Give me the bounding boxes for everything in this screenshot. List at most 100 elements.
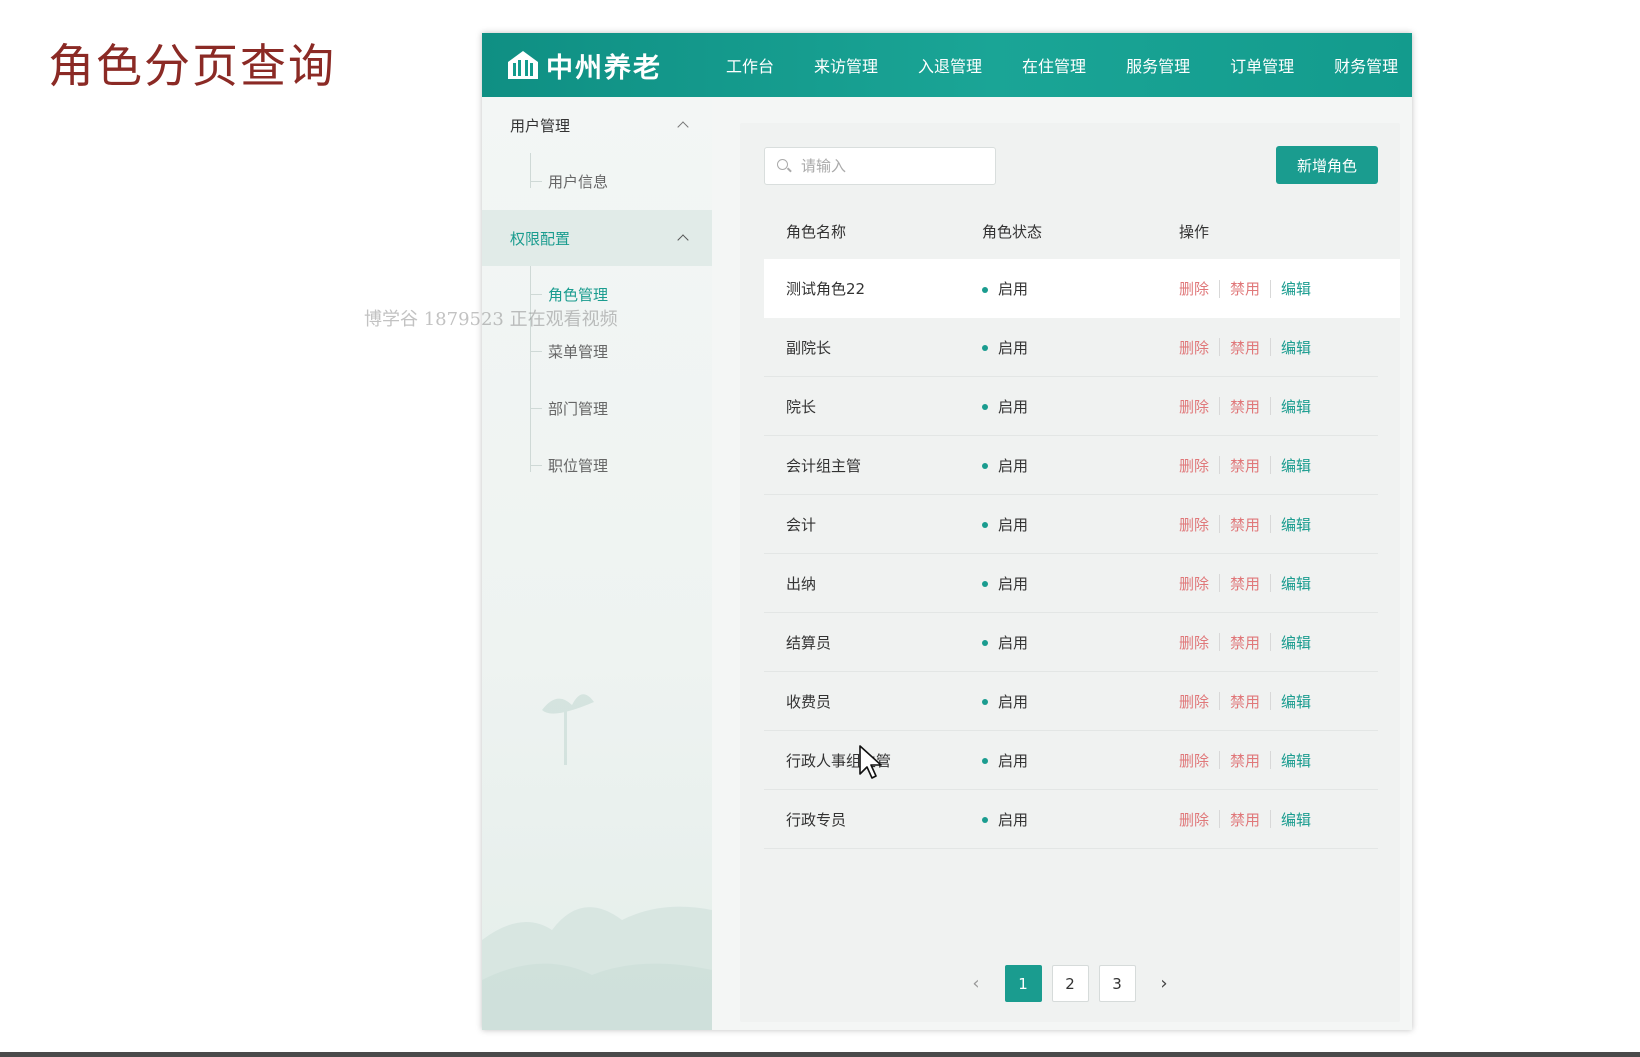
disable-link[interactable]: 禁用: [1230, 632, 1260, 653]
disable-link[interactable]: 禁用: [1230, 514, 1260, 535]
table-row[interactable]: 测试角色22 启用 删除 禁用 编辑: [764, 259, 1400, 318]
delete-link[interactable]: 删除: [1179, 691, 1209, 712]
search-input[interactable]: [801, 157, 981, 175]
status-dot: [982, 286, 988, 293]
page-button-2[interactable]: 2: [1051, 965, 1089, 1002]
sidebar-group-user-management[interactable]: 用户管理: [482, 97, 712, 153]
status-dot: [982, 404, 988, 410]
delete-link[interactable]: 删除: [1179, 632, 1209, 653]
delete-link[interactable]: 删除: [1179, 396, 1209, 417]
prev-page-button[interactable]: ‹: [958, 965, 995, 1002]
logo-building-icon: [506, 48, 540, 82]
table-body: 测试角色22 启用 删除 禁用 编辑 副院长 启用 删除 禁用 编辑 院长 启用 删除禁…: [740, 259, 1400, 849]
disable-link[interactable]: 禁用: [1230, 455, 1260, 476]
row-actions: 删除 禁用 编辑: [1179, 573, 1378, 594]
table-row[interactable]: 结算员 启用 删除 禁用 编辑: [764, 613, 1378, 672]
column-header-role-status: 角色状态: [982, 222, 1043, 241]
disable-link[interactable]: 禁用: [1230, 573, 1260, 594]
divider: [1219, 633, 1221, 651]
nav-services[interactable]: 服务管理: [1126, 53, 1190, 77]
table-row[interactable]: 出纳 启用 删除 禁用 编辑: [764, 554, 1378, 613]
edit-link[interactable]: 编辑: [1281, 514, 1311, 535]
table-row[interactable]: 行政专员 启用 删除 禁用 编辑: [764, 790, 1378, 849]
sidebar: 用户管理 用户信息 权限配置 角色管理 菜单管理 部门管理 职位管理: [482, 97, 712, 1030]
nav-workbench[interactable]: 工作台: [726, 53, 774, 77]
content-panel: 新增角色 角色名称 角色状态 操作 测试角色22 启用 删除禁用编辑 副院长: [740, 123, 1400, 1022]
delete-link[interactable]: 删除: [1179, 514, 1209, 535]
delete-link[interactable]: 删除: [1179, 573, 1209, 594]
edit-link[interactable]: 编辑: [1281, 691, 1311, 712]
add-role-button[interactable]: 新增角色: [1276, 146, 1378, 184]
table-row[interactable]: 副院长 启用 删除 禁用 编辑: [764, 318, 1378, 377]
bottom-bar: [0, 1052, 1640, 1057]
page-button-1[interactable]: 1: [1004, 965, 1042, 1002]
nav-checkin-out[interactable]: 入退管理: [918, 53, 982, 77]
disable-link[interactable]: 禁用: [1230, 278, 1260, 299]
mouse-cursor-icon: [859, 745, 882, 779]
disable-link[interactable]: 禁用: [1230, 750, 1260, 771]
divider: [1270, 279, 1272, 298]
sidebar-children-user: 用户信息: [482, 153, 712, 210]
delete-link[interactable]: 删除: [1179, 278, 1209, 299]
edit-link[interactable]: 编辑: [1281, 632, 1311, 653]
nav-finance[interactable]: 财务管理: [1334, 53, 1398, 77]
pagination: ‹ 1 2 3 ›: [740, 965, 1400, 1002]
edit-link[interactable]: 编辑: [1281, 337, 1311, 358]
edit-link[interactable]: 编辑: [1281, 455, 1311, 476]
delete-link[interactable]: 删除: [1179, 337, 1209, 358]
delete-link[interactable]: 删除: [1179, 809, 1209, 830]
sidebar-group-permissions[interactable]: 权限配置: [482, 210, 712, 266]
disable-link[interactable]: 禁用: [1230, 396, 1260, 417]
sidebar-item-department-management[interactable]: 部门管理: [530, 380, 712, 437]
table-row[interactable]: 会计 启用 删除 禁用 编辑: [764, 495, 1378, 554]
table-row[interactable]: 院长 启用 删除 禁用 编辑: [764, 377, 1378, 436]
table-row[interactable]: 收费员 启用 删除 禁用 编辑: [764, 672, 1378, 731]
search-icon: [777, 159, 791, 173]
status-text: 启用: [998, 515, 1029, 534]
delete-link[interactable]: 删除: [1179, 750, 1209, 771]
status-text: 启用: [998, 810, 1029, 829]
disable-link[interactable]: 禁用: [1230, 809, 1260, 830]
table-row[interactable]: 会计组主管 启用 删除 禁用 编辑: [764, 436, 1378, 495]
role-name: 测试角色22: [786, 280, 866, 298]
edit-link[interactable]: 编辑: [1281, 573, 1311, 594]
delete-link[interactable]: 删除: [1179, 455, 1209, 476]
divider: [1270, 574, 1272, 592]
table-row[interactable]: 行政人事组主管 启用 删除 禁用 编辑: [764, 731, 1378, 790]
logo-text: 中州养老: [546, 52, 662, 84]
divider: [1219, 515, 1221, 533]
nav-residents[interactable]: 在住管理: [1022, 53, 1086, 77]
role-status: 启用: [982, 396, 1179, 417]
edit-link[interactable]: 编辑: [1281, 396, 1311, 417]
status-text: 启用: [998, 456, 1029, 475]
disable-link[interactable]: 禁用: [1230, 691, 1260, 712]
edit-link[interactable]: 编辑: [1281, 278, 1311, 299]
edit-link[interactable]: 编辑: [1281, 750, 1311, 771]
page-button-3[interactable]: 3: [1098, 965, 1136, 1002]
disable-link[interactable]: 禁用: [1230, 337, 1260, 358]
row-actions: 删除 禁用 编辑: [1179, 514, 1378, 535]
search-box[interactable]: [764, 147, 996, 185]
nav-orders[interactable]: 订单管理: [1230, 53, 1294, 77]
status-dot: [982, 522, 988, 528]
column-header-actions: 操作: [1179, 222, 1210, 241]
next-page-button[interactable]: ›: [1146, 965, 1183, 1002]
top-navbar: 中州养老 工作台 来访管理 入退管理 在住管理 服务管理 订单管理 财务管理: [482, 33, 1412, 97]
role-status: 启用: [982, 278, 1179, 299]
role-name: 结算员: [786, 633, 832, 652]
divider: [1270, 338, 1272, 356]
sidebar-item-position-management[interactable]: 职位管理: [530, 437, 712, 494]
role-name: 会计组主管: [786, 456, 862, 475]
sidebar-item-menu-management[interactable]: 菜单管理: [530, 323, 712, 380]
status-text: 启用: [998, 574, 1029, 593]
sidebar-group-label: 用户管理: [510, 116, 571, 135]
sidebar-item-user-info[interactable]: 用户信息: [530, 153, 712, 210]
edit-link[interactable]: 编辑: [1281, 809, 1311, 830]
divider: [1270, 515, 1272, 533]
logo[interactable]: 中州养老: [506, 46, 662, 85]
role-status: 启用: [982, 337, 1179, 358]
app-window: 中州养老 工作台 来访管理 入退管理 在住管理 服务管理 订单管理 财务管理 用…: [482, 33, 1412, 1030]
row-actions: 删除 禁用 编辑: [1179, 750, 1378, 771]
sidebar-item-role-management[interactable]: 角色管理: [530, 266, 712, 323]
nav-visits[interactable]: 来访管理: [814, 53, 878, 77]
